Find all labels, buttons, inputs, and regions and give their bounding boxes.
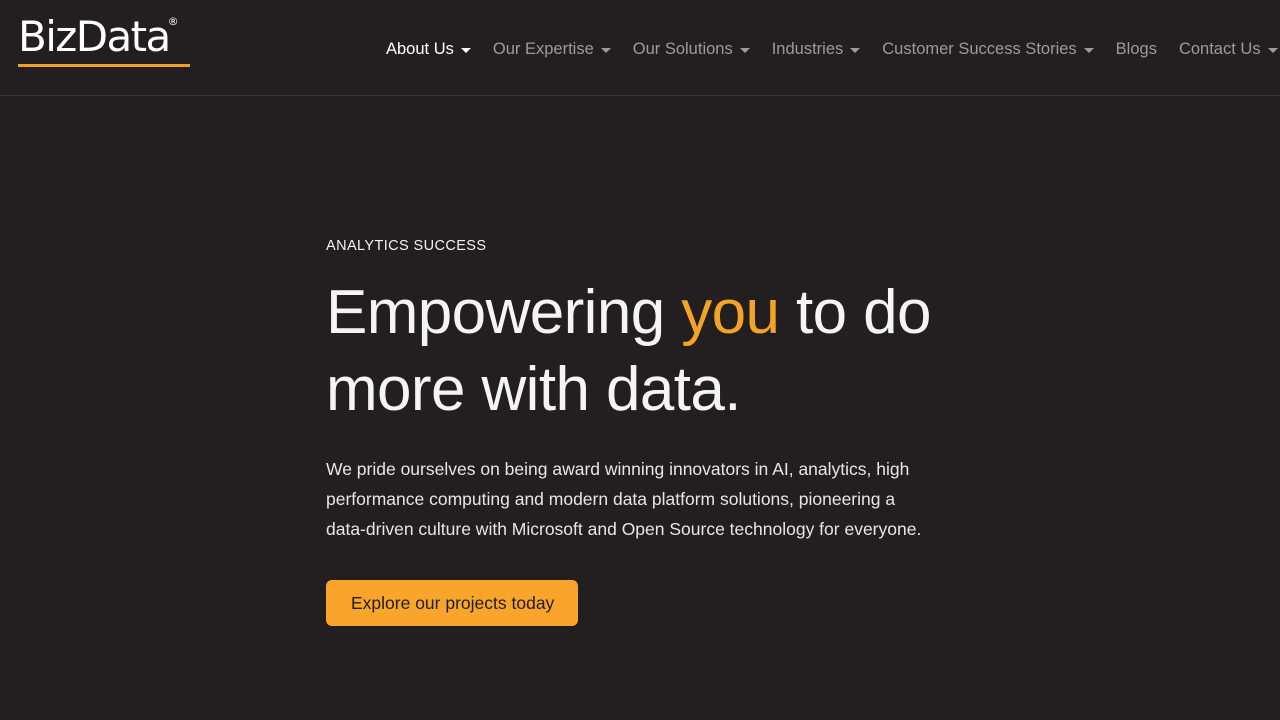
hero-eyebrow: ANALYTICS SUCCESS (326, 238, 487, 254)
nav-item-label: About Us (386, 40, 454, 58)
nav-item-our-expertise[interactable]: Our Expertise (482, 36, 622, 62)
hero-title: Empowering you to do more with data. (326, 274, 986, 428)
hero-body-copy: We pride ourselves on being award winnin… (326, 459, 922, 539)
hero-title-part-one: Empowering (326, 278, 682, 347)
nav-item-customer-success-stories[interactable]: Customer Success Stories (871, 36, 1104, 62)
nav-item-label: Our Expertise (492, 40, 594, 58)
chevron-down-icon (600, 47, 611, 53)
nav-item-about-us[interactable]: About Us (386, 36, 482, 62)
chevron-down-icon (739, 47, 750, 53)
brand-name-text: BizData (18, 12, 171, 61)
brand-underline-rule (18, 64, 190, 67)
chevron-down-icon (850, 47, 861, 53)
nav-item-industries[interactable]: Industries (761, 36, 872, 62)
nav-item-label: Customer Success Stories (882, 40, 1077, 58)
explore-projects-button[interactable]: Explore our projects today (326, 580, 579, 626)
brand-logo[interactable]: BizData ® (18, 14, 190, 67)
chevron-down-icon (460, 47, 471, 53)
registered-trademark-icon: ® (167, 15, 179, 28)
nav-item-label: Industries (771, 40, 844, 58)
main-navigation: About Us Our Expertise Our Solutions Ind… (386, 36, 1280, 62)
brand-wordmark: BizData ® (18, 12, 179, 61)
nav-item-label: Our Solutions (632, 40, 733, 58)
nav-item-label: Blogs (1115, 40, 1157, 58)
nav-item-our-solutions[interactable]: Our Solutions (622, 36, 761, 62)
nav-item-label: Contact Us (1178, 40, 1261, 58)
hero-title-accent-word: you (681, 278, 780, 347)
nav-item-blogs[interactable]: Blogs (1105, 36, 1168, 62)
chevron-down-icon (1083, 47, 1094, 53)
page-root: BizData ® About Us Our Expertise Our Solu… (0, 0, 1280, 720)
hero-section: ANALYTICS SUCCESS Empowering you to do m… (326, 236, 986, 626)
chevron-down-icon (1267, 47, 1278, 53)
site-header: BizData ® About Us Our Expertise Our Solu… (0, 0, 1280, 96)
nav-item-contact-us[interactable]: Contact Us (1168, 36, 1280, 62)
